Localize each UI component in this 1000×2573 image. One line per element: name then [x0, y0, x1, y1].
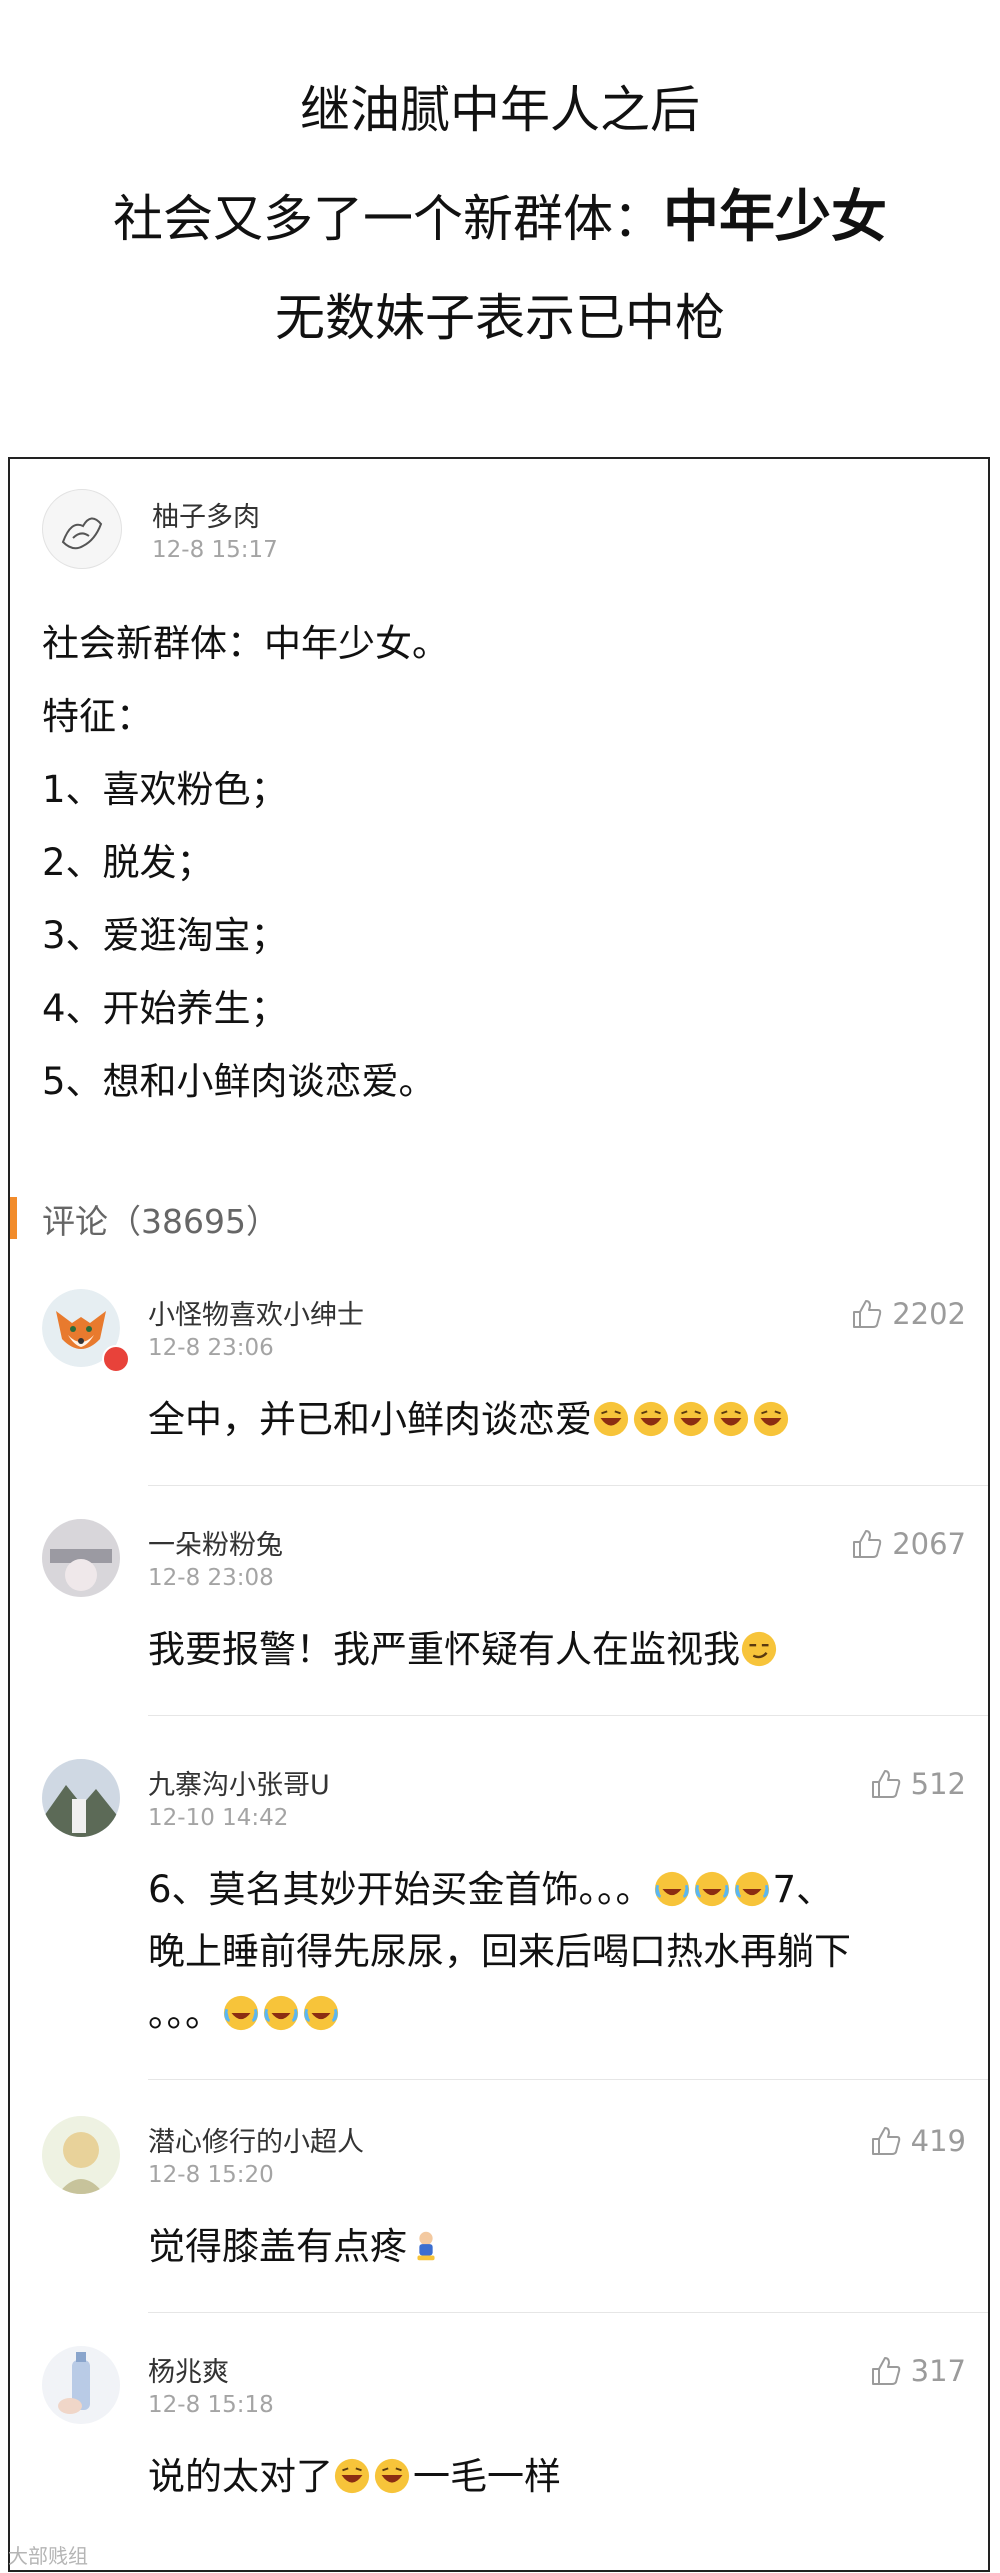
comment-text-content: 全中，并已和小鲜肉谈恋爱 — [148, 1398, 592, 1441]
laughing-emoji-icon — [753, 1401, 789, 1437]
thumbs-up-icon — [871, 1770, 900, 1798]
post-line: 4、开始养生； — [42, 987, 288, 1030]
comment-divider — [148, 2312, 988, 2313]
like-count: 317 — [910, 2354, 966, 2388]
laughing-emoji-icon — [713, 1401, 749, 1437]
like-button[interactable]: 2067 — [850, 1527, 966, 1561]
headline-line-2-prefix: 社会又多了一个新群体： — [113, 190, 663, 248]
comment-text: 说的太对了 一毛一样 — [148, 2446, 948, 2508]
comment-time: 12-8 15:20 — [148, 2162, 274, 2188]
comment-author[interactable]: 小怪物喜欢小绅士 — [148, 1293, 364, 1332]
post-author-avatar[interactable] — [42, 489, 122, 569]
comment-time: 12-8 23:06 — [148, 1335, 274, 1361]
comment-divider — [148, 1715, 988, 1716]
comment-text-part: 6、莫名其妙开始买金首饰。。。 — [148, 1868, 653, 1911]
thumbs-up-icon — [853, 1530, 882, 1558]
crying-laugh-emoji-icon — [694, 1871, 729, 1907]
crying-laugh-emoji-icon — [223, 1995, 259, 2031]
like-count: 2067 — [892, 1527, 966, 1561]
post-time: 12-8 15:17 — [152, 537, 278, 563]
cartoon-avatar[interactable] — [42, 2116, 120, 2194]
thumbs-up-icon — [853, 1300, 882, 1328]
like-count: 512 — [910, 1767, 966, 1801]
crying-laugh-emoji-icon — [263, 1995, 299, 2031]
comment-item: 杨兆爽 12-8 15:18 317 说的太对了 一毛一样 — [10, 2346, 988, 2570]
comment-text-part: 一毛一样 — [413, 2455, 561, 2498]
headline-line-2: 社会又多了一个新群体：中年少女 — [0, 172, 1000, 253]
headline-line-2-bold: 中年少女 — [663, 185, 887, 250]
post-line: 特征： — [42, 695, 153, 738]
headline-line-3: 无数妹子表示已中枪 — [275, 289, 725, 347]
smirk-emoji-icon — [741, 1631, 777, 1667]
like-button[interactable]: 317 — [869, 2354, 966, 2388]
post-line: 5、想和小鲜肉谈恋爱。 — [42, 1060, 436, 1103]
like-button[interactable]: 512 — [869, 1767, 966, 1801]
crying-laugh-emoji-icon — [303, 1995, 339, 2031]
laughing-emoji-icon — [334, 2458, 370, 2494]
comment-text-content: 我要报警！我严重怀疑有人在监视我 — [148, 1628, 740, 1671]
comment-item: 一朵粉粉兔 12-8 23:08 2067 我要报警！我严重怀疑有人在监视我 — [10, 1519, 988, 1749]
comment-author[interactable]: 九寨沟小张哥U — [148, 1763, 330, 1802]
comment-divider — [148, 1485, 988, 1486]
like-count: 419 — [910, 2124, 966, 2158]
comment-item: 潜心修行的小超人 12-8 15:20 419 觉得膝盖有点疼 — [10, 2116, 988, 2346]
comment-text: 觉得膝盖有点疼 — [148, 2216, 948, 2278]
comment-text-part: 晚上睡前得先尿尿，回来后喝口热水再躺下 — [148, 1930, 851, 1973]
comment-text-part: 。。。 — [148, 1992, 222, 2035]
laughing-emoji-icon — [633, 1401, 669, 1437]
comment-time: 12-8 15:18 — [148, 2392, 274, 2418]
crying-laugh-emoji-icon — [734, 1871, 769, 1907]
laughing-emoji-icon — [374, 2458, 410, 2494]
post-author-name[interactable]: 柚子多肉 — [152, 495, 260, 534]
post-line: 3、爱逛淘宝； — [42, 914, 288, 957]
thumbs-up-icon — [871, 2357, 900, 2385]
like-button[interactable]: 2202 — [850, 1297, 966, 1331]
bottle-avatar[interactable] — [42, 2346, 120, 2424]
mountain-avatar[interactable] — [42, 1759, 120, 1837]
comment-text-content: 觉得膝盖有点疼 — [148, 2225, 407, 2268]
comment-text: 我要报警！我严重怀疑有人在监视我 — [148, 1619, 948, 1681]
comment-author[interactable]: 潜心修行的小超人 — [148, 2120, 364, 2159]
comment-text-part: 7、 — [772, 1868, 834, 1911]
laughing-emoji-icon — [673, 1401, 709, 1437]
laughing-emoji-icon — [593, 1401, 629, 1437]
crying-laugh-emoji-icon — [654, 1871, 689, 1907]
comment-divider — [148, 2079, 988, 2080]
like-button[interactable]: 419 — [869, 2124, 966, 2158]
comments-accent-bar — [10, 1197, 17, 1239]
headline-line-1: 继油腻中年人之后 — [300, 81, 700, 139]
comment-item: 小怪物喜欢小绅士 12-8 23:06 2202 全中，并已和小鲜肉谈恋爱 — [10, 1289, 988, 1519]
comment-time: 12-10 14:42 — [148, 1805, 289, 1831]
like-count: 2202 — [892, 1297, 966, 1331]
comment-text: 6、莫名其妙开始买金首饰。。。 7、 晚上睡前得先尿尿，回来后喝口热水再躺下 。。… — [148, 1859, 948, 2045]
kneeling-figure-emoji-icon — [417, 2231, 435, 2261]
post-line: 2、脱发； — [42, 841, 214, 884]
post-line: 1、喜欢粉色； — [42, 768, 288, 811]
watermark: 大部贱组 — [8, 2544, 88, 2568]
thumbs-up-icon — [871, 2127, 900, 2155]
comment-author[interactable]: 杨兆爽 — [148, 2350, 229, 2389]
weibo-post-card: 柚子多肉 12-8 15:17 社会新群体：中年少女。 特征： 1、喜欢粉色； … — [8, 457, 990, 2572]
post-line: 社会新群体：中年少女。 — [42, 622, 449, 665]
comments-header[interactable]: 评论（38695） — [42, 1195, 279, 1243]
verified-badge-icon — [102, 1345, 130, 1373]
comment-time: 12-8 23:08 — [148, 1565, 274, 1591]
photo-avatar[interactable] — [42, 1519, 120, 1597]
comment-text: 全中，并已和小鲜肉谈恋爱 — [148, 1389, 948, 1451]
comment-author[interactable]: 一朵粉粉兔 — [148, 1523, 283, 1562]
post-body: 社会新群体：中年少女。 特征： 1、喜欢粉色； 2、脱发； 3、爱逛淘宝； 4、… — [42, 607, 449, 1118]
comment-item: 九寨沟小张哥U 12-10 14:42 512 6、莫名其妙开始买金首饰。。。 7… — [10, 1759, 988, 2099]
comment-text-part: 说的太对了 — [148, 2455, 333, 2498]
